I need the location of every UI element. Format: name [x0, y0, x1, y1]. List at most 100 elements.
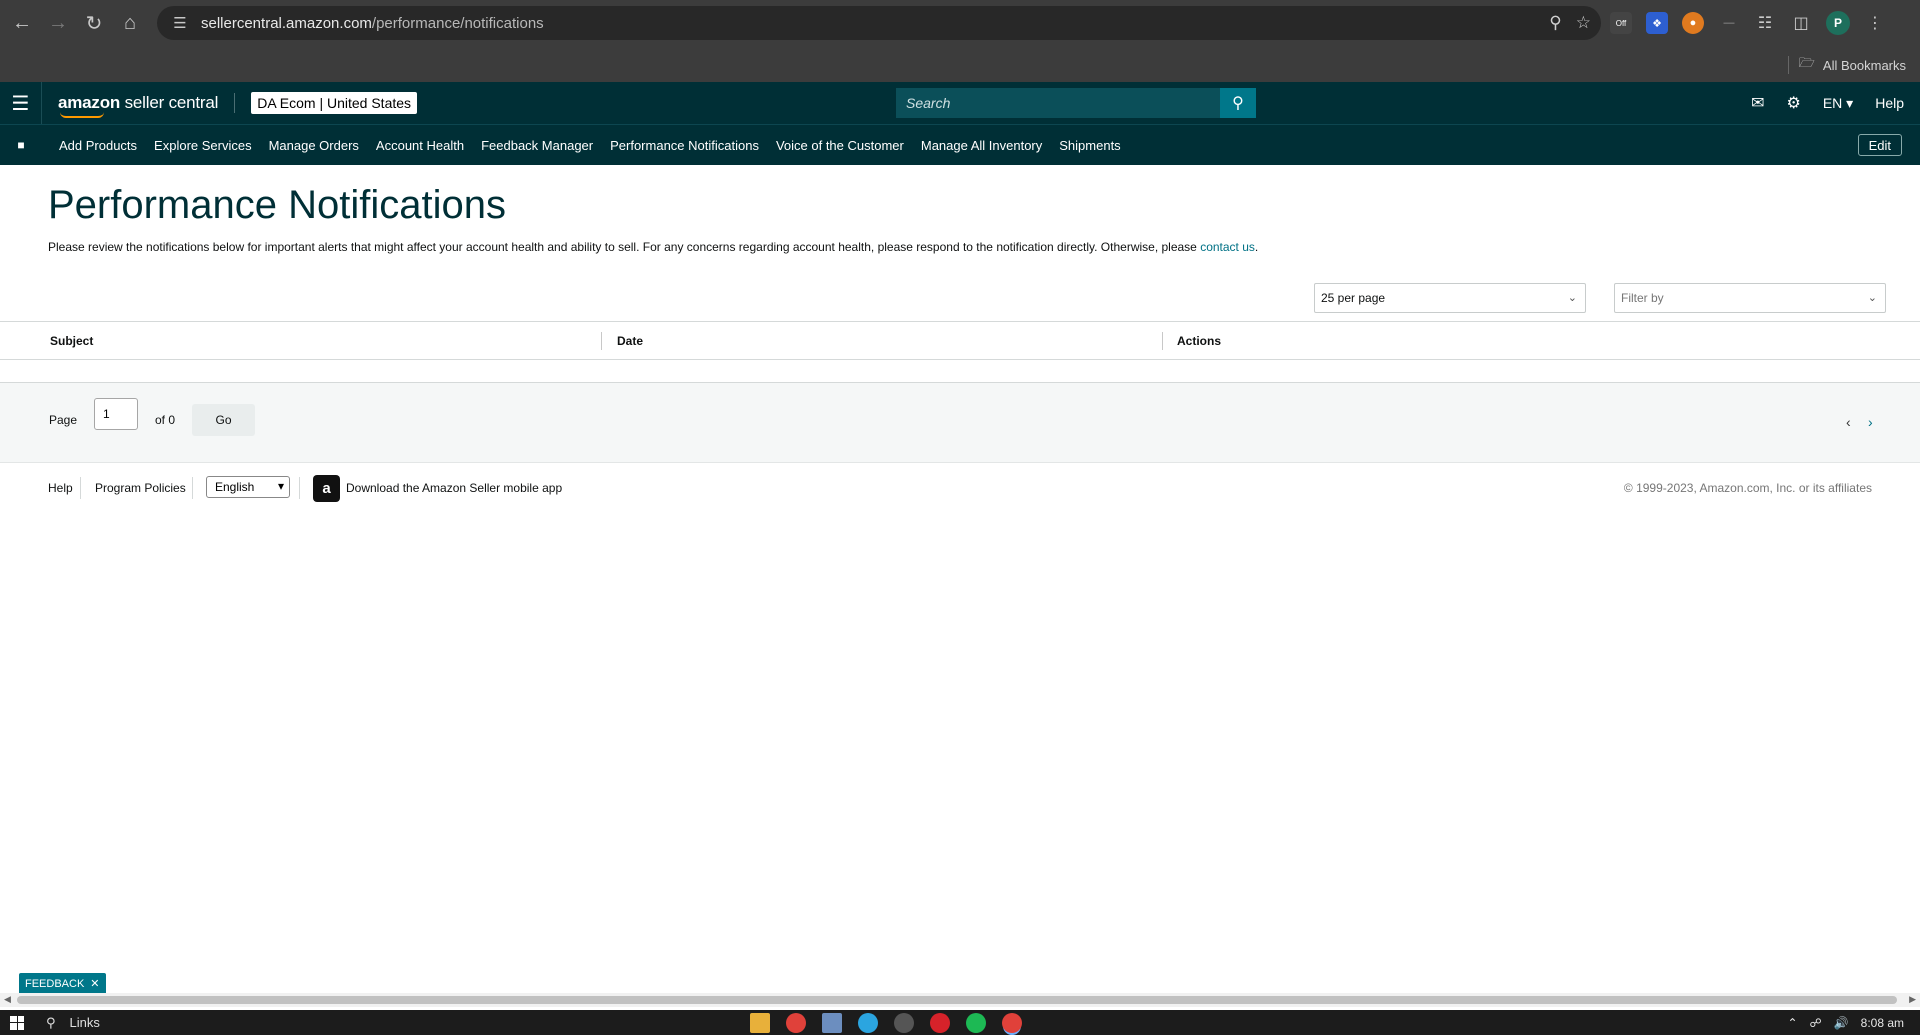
nav-feedback-manager[interactable]: Feedback Manager — [481, 138, 593, 153]
extension-grey-icon[interactable]: ― — [1718, 12, 1740, 34]
contact-us-link[interactable]: contact us — [1200, 240, 1255, 254]
next-page-icon[interactable]: › — [1868, 414, 1873, 430]
nav-manage-all-inventory[interactable]: Manage All Inventory — [921, 138, 1042, 153]
footer-divider — [192, 477, 193, 499]
horizontal-scrollbar[interactable]: ◀ ▶ — [0, 993, 1920, 1007]
column-actions[interactable]: Actions — [1177, 334, 1221, 348]
amazon-smile-icon — [60, 112, 104, 118]
footer-divider — [299, 477, 300, 499]
taskbar-search-label: Links — [69, 1015, 100, 1030]
nav-add-products[interactable]: Add Products — [59, 138, 137, 153]
search-icon: ⚲ — [46, 1014, 56, 1030]
forward-icon[interactable]: → — [40, 5, 76, 41]
search-input[interactable] — [896, 88, 1220, 118]
chevron-down-icon: ⌄ — [1867, 292, 1877, 304]
search-button[interactable]: ⚲ — [1220, 88, 1256, 118]
per-page-select[interactable]: 25 per page ⌄ — [1314, 283, 1586, 313]
nav-explore-services[interactable]: Explore Services — [154, 138, 252, 153]
page-number-input[interactable] — [94, 398, 138, 430]
logo-divider — [234, 93, 236, 113]
help-link[interactable]: Help — [1875, 95, 1904, 111]
all-bookmarks[interactable]: 🗁 All Bookmarks — [1799, 54, 1906, 76]
feedback-label: FEEDBACK — [25, 977, 85, 990]
bookmarks-divider — [1788, 56, 1789, 74]
nav-voice-of-the-customer[interactable]: Voice of the Customer — [776, 138, 904, 153]
filter-placeholder: Filter by — [1621, 291, 1664, 305]
account-switcher[interactable]: DA Ecom | United States — [251, 92, 418, 114]
all-bookmarks-label: All Bookmarks — [1822, 57, 1906, 73]
windows-taskbar: ⚲ Links ⌃ ☍ 🔊 8:08 am — [0, 1010, 1920, 1035]
scroll-right-icon[interactable]: ▶ — [1909, 994, 1916, 1005]
intro-text: Please review the notifications below fo… — [48, 240, 1259, 254]
taskbar-search[interactable]: ⚲ Links — [46, 1015, 100, 1031]
opera-icon[interactable] — [930, 1013, 950, 1033]
folder-icon: 🗁 — [1798, 55, 1815, 70]
footer-help-link[interactable]: Help — [48, 481, 73, 495]
file-explorer-icon[interactable] — [750, 1013, 770, 1033]
column-divider — [601, 332, 602, 350]
network-icon[interactable]: ☍ — [1810, 1016, 1822, 1030]
search-icon: ⚲ — [1232, 95, 1244, 112]
reload-icon[interactable]: ↻ — [76, 5, 112, 41]
close-icon[interactable]: ✕ — [90, 977, 99, 990]
chrome-active-icon[interactable] — [1002, 1013, 1022, 1033]
go-button[interactable]: Go — [192, 404, 255, 436]
extensions-puzzle-icon[interactable]: ☷ — [1754, 12, 1776, 34]
notepad-icon[interactable] — [822, 1013, 842, 1033]
amazon-app-icon[interactable]: a — [313, 475, 340, 502]
footer-language-value: English — [215, 480, 255, 494]
side-panel-icon[interactable]: ◫ — [1790, 12, 1812, 34]
extensions-area: Off ❖ ● ― ☷ ◫ P ⋮ — [1610, 6, 1886, 40]
download-app-link[interactable]: Download the Amazon Seller mobile app — [346, 481, 562, 495]
volume-icon[interactable]: 🔊 — [1834, 1016, 1849, 1030]
scroll-left-icon[interactable]: ◀ — [4, 994, 11, 1005]
nav-shipments[interactable]: Shipments — [1059, 138, 1120, 153]
chrome-icon[interactable] — [786, 1013, 806, 1033]
language-switcher[interactable]: EN ▾ — [1823, 95, 1853, 112]
header-actions: ✉ ⚙ EN ▾ Help — [1751, 82, 1904, 124]
nav-performance-notifications[interactable]: Performance Notifications — [610, 138, 759, 153]
gear-icon[interactable]: ⚙ — [1786, 93, 1800, 113]
back-icon[interactable]: ← — [4, 5, 40, 41]
extension-blue-icon[interactable]: ❖ — [1646, 12, 1668, 34]
telegram-icon[interactable] — [858, 1013, 878, 1033]
footer-divider — [80, 477, 81, 499]
page-count: of 0 — [155, 413, 176, 427]
edit-bookmarks-button[interactable]: Edit — [1857, 134, 1902, 156]
extension-orange-icon[interactable]: ● — [1682, 12, 1704, 34]
search-box: ⚲ — [896, 88, 1256, 118]
profile-avatar[interactable]: P — [1826, 11, 1850, 35]
footer: Help Program Policies English ▾ a Downlo… — [0, 463, 1920, 513]
zoom-icon[interactable]: ⚲ — [1549, 13, 1561, 33]
hamburger-menu-icon[interactable]: ☰ — [0, 82, 42, 124]
site-info-icon[interactable]: ☰ — [165, 14, 195, 32]
seller-central-logo[interactable]: amazon seller central — [58, 93, 218, 118]
mail-icon[interactable]: ✉ — [1751, 93, 1764, 113]
nav-account-health[interactable]: Account Health — [376, 138, 464, 153]
program-policies-link[interactable]: Program Policies — [95, 481, 186, 495]
column-date[interactable]: Date — [617, 334, 643, 348]
windows-start-icon[interactable] — [0, 1015, 34, 1030]
browser-menu-icon[interactable]: ⋮ — [1864, 12, 1886, 34]
footer-language-select[interactable]: English ▾ — [206, 476, 290, 498]
page-title: Performance Notifications — [48, 183, 506, 227]
chevron-down-icon: ▾ — [277, 479, 284, 493]
bookmark-star-icon[interactable]: ☆ — [1576, 13, 1591, 33]
clock[interactable]: 8:08 am — [1861, 1016, 1904, 1030]
bookmarks-nav-bar: ■ Add Products Explore Services Manage O… — [0, 124, 1920, 165]
column-subject[interactable]: Subject — [50, 334, 93, 348]
filter-select[interactable]: Filter by ⌄ — [1614, 283, 1886, 313]
page-label: Page — [49, 413, 78, 427]
spotify-icon[interactable] — [966, 1013, 986, 1033]
feedback-tab[interactable]: FEEDBACK ✕ — [19, 973, 106, 994]
home-icon[interactable]: ⌂ — [112, 5, 148, 41]
scrollbar-thumb[interactable] — [17, 996, 1897, 1004]
previous-page-icon[interactable]: ‹ — [1846, 414, 1851, 430]
extension-off-icon[interactable]: Off — [1610, 12, 1632, 34]
bookmark-icon[interactable]: ■ — [0, 138, 42, 152]
app-icon[interactable] — [894, 1013, 914, 1033]
nav-manage-orders[interactable]: Manage Orders — [269, 138, 359, 153]
address-bar[interactable]: ☰ sellercentral.amazon.com/performance/n… — [157, 6, 1601, 40]
tray-chevron-icon[interactable]: ⌃ — [1787, 1016, 1797, 1030]
copyright: © 1999-2023, Amazon.com, Inc. or its aff… — [1623, 481, 1872, 495]
